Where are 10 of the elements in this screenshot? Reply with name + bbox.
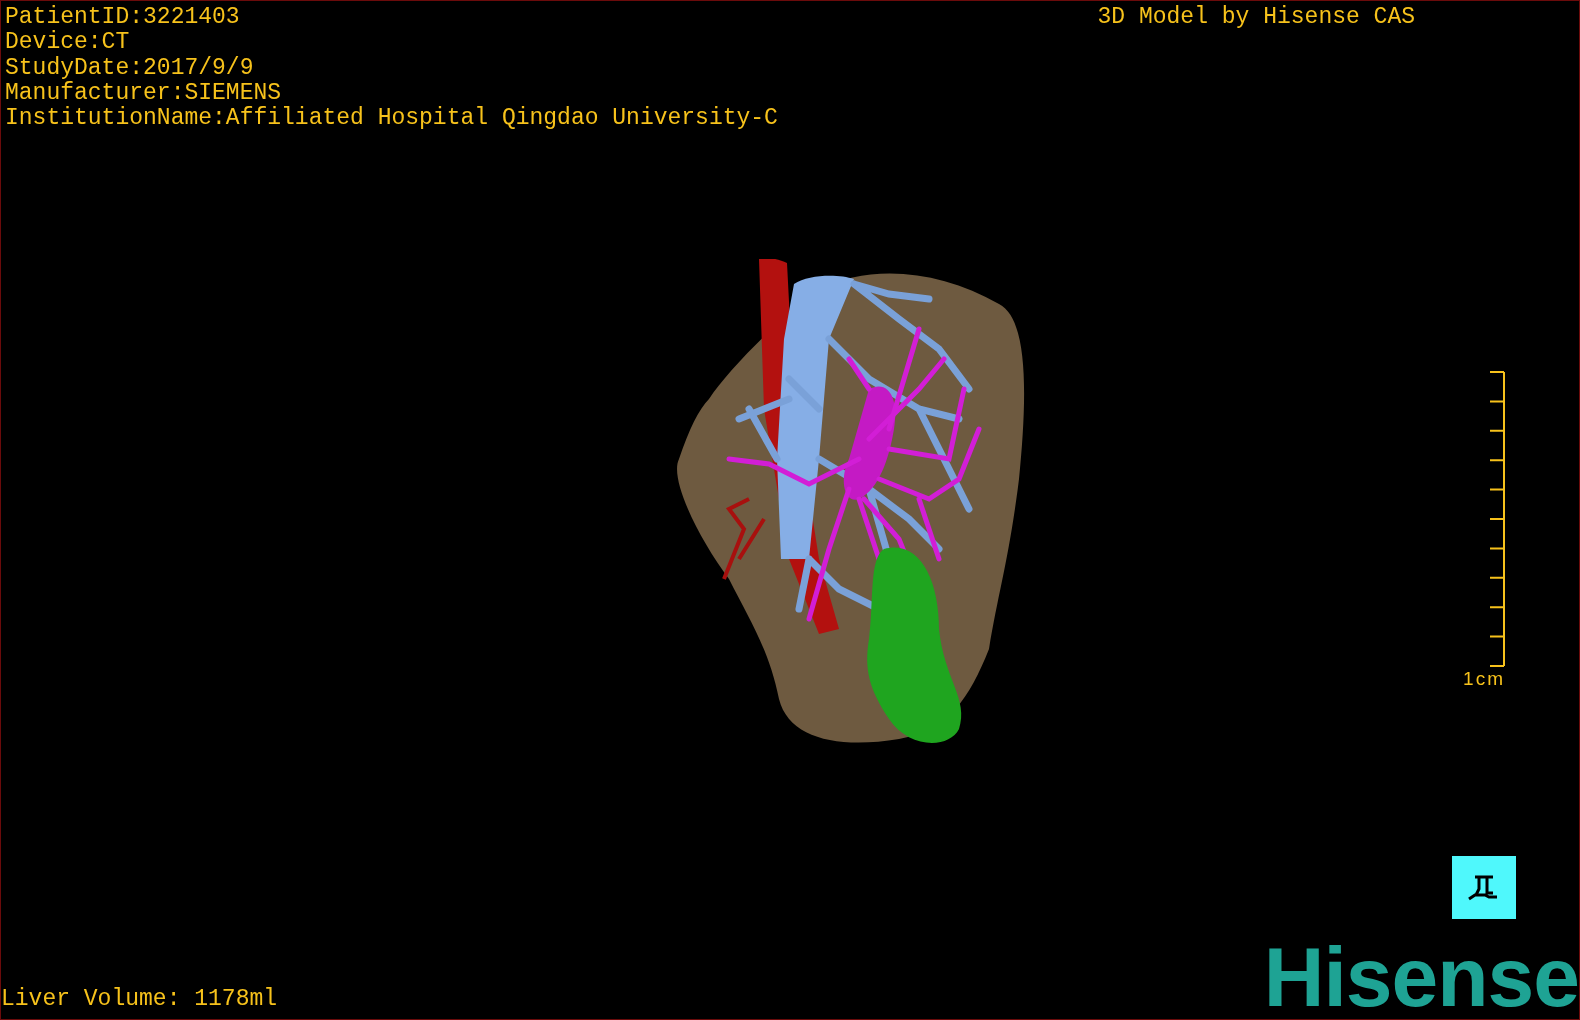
patient-info-text: Manufacturer:SIEMENS <box>5 80 283 106</box>
patient-info-text: InstitutionName:Affiliated Hospital Qingdao University-C <box>5 106 778 132</box>
patient-info-text: StudyDate:2017/9/9 <box>5 55 255 81</box>
model-credit-text: 3D Model by Hisense CAS <box>1097 5 1415 31</box>
patient-info-text: Device:CT <box>5 30 131 56</box>
scale-label: 1cm <box>1463 669 1505 690</box>
patient-info-text: PatientID:3221403 <box>5 5 241 30</box>
view-button[interactable] <box>1452 856 1516 919</box>
logo: Hisense <box>1263 945 1579 1009</box>
liver-volume-text: Liver Volume: 1178ml <box>1 986 278 1012</box>
